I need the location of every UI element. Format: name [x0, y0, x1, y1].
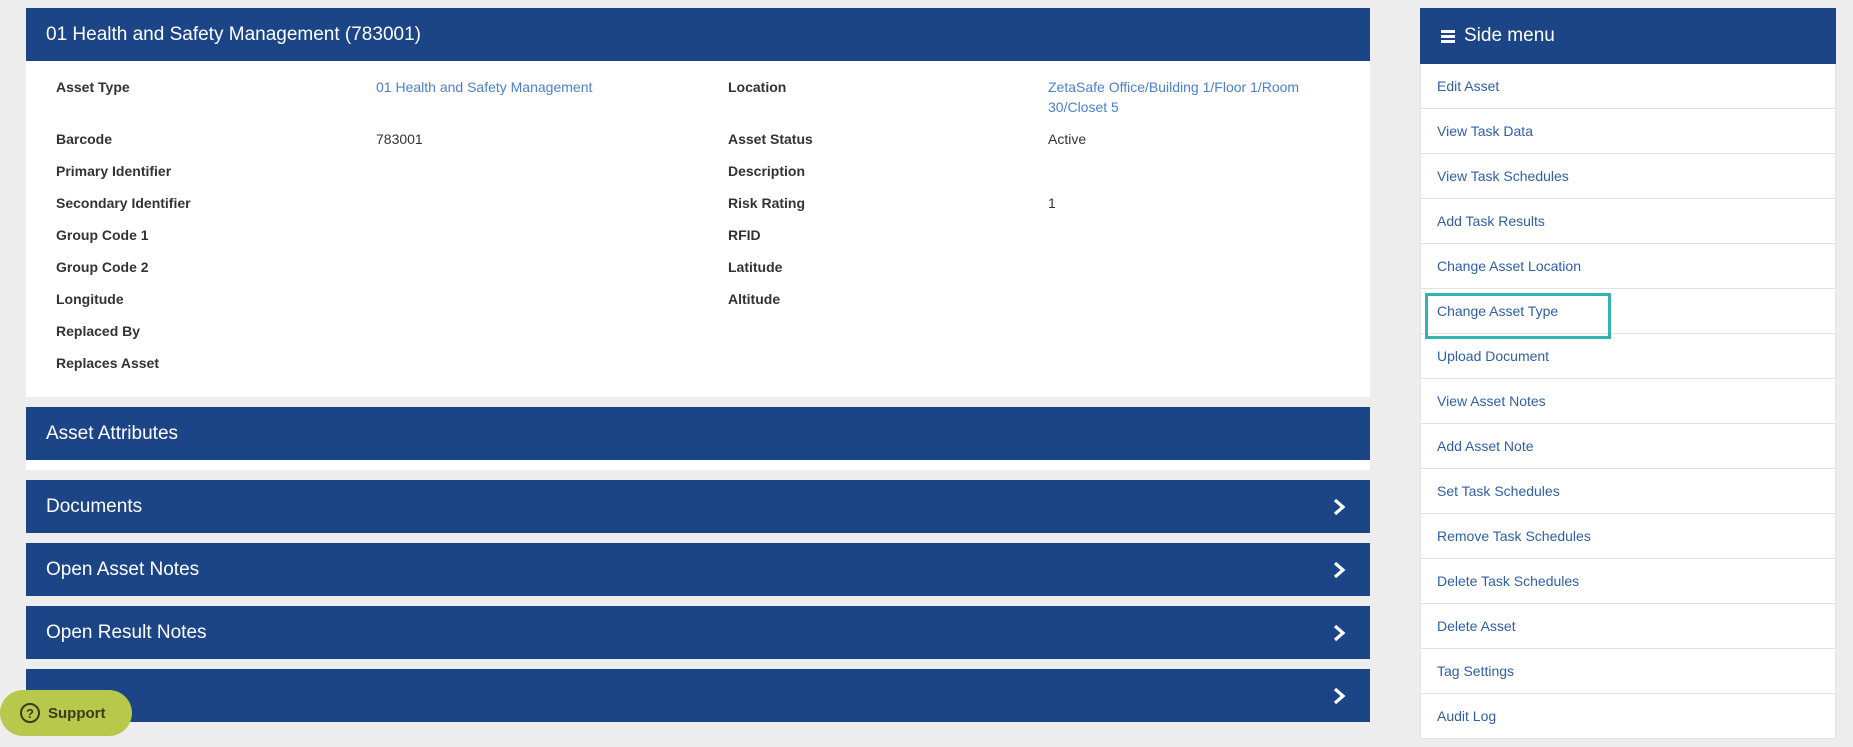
asset-details-grid: Asset Type 01 Health and Safety Managemen… [26, 61, 1370, 397]
side-menu-item-delete-asset[interactable]: Delete Asset [1420, 604, 1836, 649]
side-menu-item-upload-document[interactable]: Upload Document [1420, 334, 1836, 379]
field-label: Risk Rating [728, 195, 806, 211]
chevron-right-icon[interactable] [1328, 496, 1350, 518]
field-label [728, 347, 1048, 379]
field-label: Longitude [56, 291, 124, 307]
field-value [376, 155, 728, 187]
field-value [376, 283, 728, 315]
side-menu-item-add-task-results[interactable]: Add Task Results [1420, 199, 1836, 244]
open-result-notes-title: Open Result Notes [46, 621, 207, 643]
field-label: Replaced By [56, 323, 141, 339]
open-asset-notes-panel: Open Asset Notes [26, 543, 1370, 596]
asset-details-panel: 01 Health and Safety Management (783001)… [26, 8, 1370, 397]
side-menu-item-view-task-schedules[interactable]: View Task Schedules [1420, 154, 1836, 199]
side-menu-title: Side menu [1464, 25, 1555, 46]
side-menu-item-change-asset-type[interactable]: Change Asset Type [1420, 289, 1836, 339]
field-label: Group Code 2 [56, 259, 149, 275]
field-label: Latitude [728, 259, 783, 275]
field-label: Barcode [56, 131, 113, 147]
side-menu-item-view-task-data[interactable]: View Task Data [1420, 109, 1836, 154]
side-menu-item-set-task-schedules[interactable]: Set Task Schedules [1420, 469, 1836, 514]
field-value [376, 251, 728, 283]
documents-panel: Documents [26, 480, 1370, 533]
question-icon: ? [20, 703, 40, 723]
field-value [1048, 347, 1340, 379]
field-value: 783001 [376, 131, 423, 147]
field-value: 1 [1048, 195, 1056, 211]
asset-attributes-panel: Asset Attributes [26, 407, 1370, 470]
hamburger-icon [1440, 28, 1456, 44]
field-link[interactable]: ZetaSafe Office/Building 1/Floor 1/Room … [1048, 79, 1299, 115]
open-result-notes-panel: Open Result Notes [26, 606, 1370, 659]
field-value [1048, 251, 1340, 283]
field-label: Location [728, 79, 787, 95]
side-menu-item-add-asset-note[interactable]: Add Asset Note [1420, 424, 1836, 469]
collapsed-panel-header[interactable] [26, 669, 1370, 722]
field-value [376, 187, 728, 219]
asset-title: 01 Health and Safety Management (783001) [46, 23, 421, 45]
side-menu-item-delete-task-schedules[interactable]: Delete Task Schedules [1420, 559, 1836, 604]
asset-details-header: 01 Health and Safety Management (783001) [26, 8, 1370, 61]
collapsed-panel [26, 669, 1370, 722]
open-result-notes-header[interactable]: Open Result Notes [26, 606, 1370, 659]
documents-header[interactable]: Documents [26, 480, 1370, 533]
field-label: Secondary Identifier [56, 195, 191, 211]
field-label [728, 315, 1048, 347]
field-value: 01 Health and Safety Management [376, 71, 728, 123]
field-value [376, 347, 728, 379]
field-value [376, 219, 728, 251]
side-menu-list: Edit Asset View Task Data View Task Schedu… [1420, 64, 1836, 739]
field-value: Active [1048, 131, 1087, 147]
field-label: Altitude [728, 291, 781, 307]
support-button[interactable]: ? Support [0, 690, 132, 736]
side-menu-item-view-asset-notes[interactable]: View Asset Notes [1420, 379, 1836, 424]
field-value [1048, 219, 1340, 251]
documents-title: Documents [46, 495, 143, 517]
field-link[interactable]: 01 Health and Safety Management [376, 79, 592, 95]
chevron-right-icon[interactable] [1328, 559, 1350, 581]
open-asset-notes-title: Open Asset Notes [46, 558, 200, 580]
asset-attributes-body [26, 460, 1370, 470]
field-label: Asset Status [728, 131, 813, 147]
side-menu-header: Side menu [1420, 8, 1836, 64]
main-column: 01 Health and Safety Management (783001)… [26, 8, 1370, 732]
asset-attributes-header[interactable]: Asset Attributes [26, 407, 1370, 460]
side-menu-item-change-asset-location[interactable]: Change Asset Location [1420, 244, 1836, 289]
open-asset-notes-header[interactable]: Open Asset Notes [26, 543, 1370, 596]
field-value [1048, 315, 1340, 347]
side-menu-item-remove-task-schedules[interactable]: Remove Task Schedules [1420, 514, 1836, 559]
side-menu: Side menu Edit Asset View Task Data View T… [1420, 8, 1836, 739]
side-menu-item-edit-asset[interactable]: Edit Asset [1420, 64, 1836, 109]
side-menu-item-audit-log[interactable]: Audit Log [1420, 694, 1836, 739]
field-label: Description [728, 163, 806, 179]
field-label: Asset Type [56, 79, 130, 95]
field-value: ZetaSafe Office/Building 1/Floor 1/Room … [1048, 71, 1340, 123]
side-menu-item-tag-settings[interactable]: Tag Settings [1420, 649, 1836, 694]
support-label: Support [48, 704, 106, 722]
field-value [1048, 283, 1340, 315]
field-label: Primary Identifier [56, 163, 172, 179]
field-value [376, 315, 728, 347]
field-label: RFID [728, 227, 761, 243]
chevron-right-icon[interactable] [1328, 685, 1350, 707]
field-label: Group Code 1 [56, 227, 149, 243]
field-value [1048, 155, 1340, 187]
asset-attributes-title: Asset Attributes [46, 422, 179, 444]
field-label: Replaces Asset [56, 355, 159, 371]
chevron-right-icon[interactable] [1328, 622, 1350, 644]
